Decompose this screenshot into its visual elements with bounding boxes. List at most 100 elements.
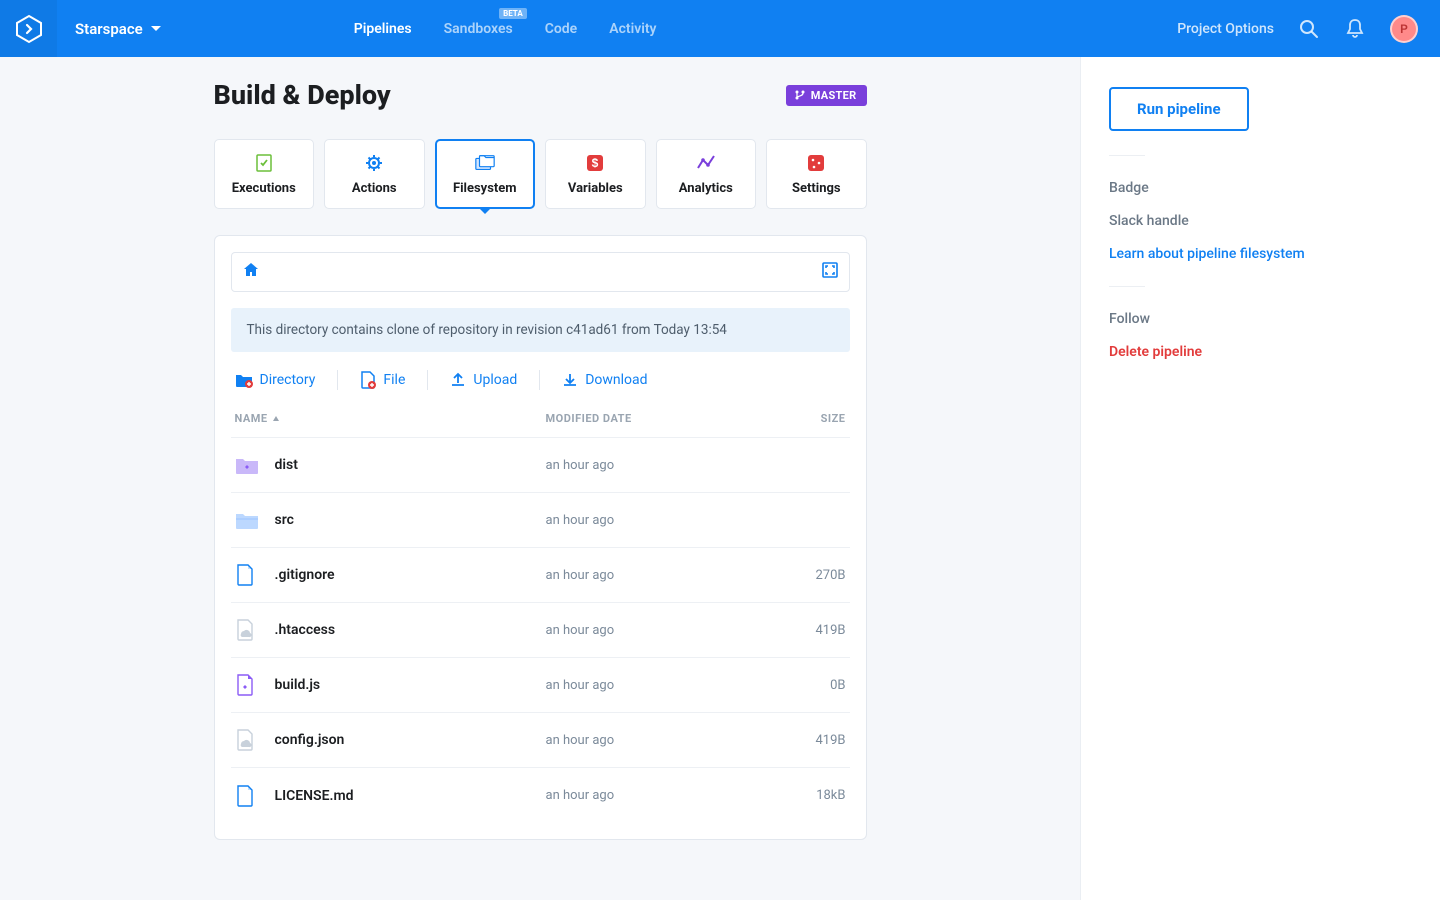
tab-analytics[interactable]: Analytics [656,139,757,209]
file-type-icon [235,510,275,530]
folder-plus-icon [235,372,253,388]
new-file-button[interactable]: File [360,371,405,389]
filesystem-icon [474,152,496,174]
path-bar [231,252,850,292]
col-date-header[interactable]: MODIFIED DATE [546,412,766,425]
file-rows: distan hour agosrcan hour ago.gitignorea… [231,438,850,823]
table-header: NAME MODIFIED DATE SIZE [231,404,850,438]
file-type-icon [235,563,275,587]
bell-icon[interactable] [1344,18,1366,40]
file-size: 419B [766,733,846,748]
col-name-label: NAME [235,412,268,425]
side-link-follow[interactable]: Follow [1109,311,1412,327]
tab-executions-label: Executions [232,181,296,196]
nav-tab-sandboxes[interactable]: Sandboxes BETA [444,21,513,37]
fullscreen-icon[interactable] [821,261,839,283]
file-modified: an hour ago [546,678,766,693]
file-type-icon [235,618,275,642]
file-size: 270B [766,568,846,583]
project-dropdown[interactable]: Starspace [57,20,179,38]
table-row[interactable]: srcan hour ago [231,493,850,548]
side-separator [1109,286,1145,287]
tab-executions[interactable]: Executions [214,139,315,209]
run-pipeline-button[interactable]: Run pipeline [1109,87,1249,131]
table-row[interactable]: build.jsan hour ago0B [231,658,850,713]
table-row[interactable]: .gitignorean hour ago270B [231,548,850,603]
hexagon-arrow-icon [14,14,44,44]
nav-tab-sandboxes-label: Sandboxes [444,21,513,37]
home-icon[interactable] [242,261,260,283]
nav-tab-pipelines[interactable]: Pipelines [354,21,412,37]
file-name: build.js [275,677,546,693]
analytics-icon [695,152,717,174]
file-modified: an hour ago [546,733,766,748]
file-name: .gitignore [275,567,546,583]
table-row[interactable]: distan hour ago [231,438,850,493]
col-size-header[interactable]: SIZE [766,412,846,425]
file-name: config.json [275,732,546,748]
side-link-learn[interactable]: Learn about pipeline filesystem [1109,246,1412,262]
file-name: src [275,512,546,528]
branch-label: MASTER [811,89,857,102]
section-tabs: Executions Actions Filesystem $ Variable… [214,139,867,209]
tab-actions-label: Actions [352,181,397,196]
nav-right: Project Options P [1177,15,1440,43]
caret-down-icon [151,26,161,32]
variables-icon: $ [584,152,606,174]
tab-variables-label: Variables [568,181,623,196]
file-modified: an hour ago [546,623,766,638]
tab-settings[interactable]: Settings [766,139,867,209]
separator [427,370,428,390]
file-modified: an hour ago [546,458,766,473]
page-title: Build & Deploy [214,79,391,111]
main-content: Build & Deploy MASTER Executions Actions [214,79,867,900]
settings-icon [805,152,827,174]
new-directory-label: Directory [260,372,316,388]
separator [337,370,338,390]
upload-button[interactable]: Upload [450,372,517,388]
file-actions: Directory File Upload Down [231,368,850,404]
table-row[interactable]: LICENSE.mdan hour ago18kB [231,768,850,823]
logo[interactable] [0,0,57,57]
project-options-link[interactable]: Project Options [1177,21,1274,37]
separator [539,370,540,390]
filesystem-card: This directory contains clone of reposit… [214,235,867,840]
tab-variables[interactable]: $ Variables [545,139,646,209]
new-directory-button[interactable]: Directory [235,372,316,388]
nav-tab-activity[interactable]: Activity [609,21,656,37]
new-file-label: File [383,372,405,388]
file-size: 0B [766,678,846,693]
search-icon[interactable] [1298,18,1320,40]
tab-actions[interactable]: Actions [324,139,425,209]
actions-icon [363,152,385,174]
table-row[interactable]: config.jsonan hour ago419B [231,713,850,768]
avatar[interactable]: P [1390,15,1418,43]
side-link-delete[interactable]: Delete pipeline [1109,344,1412,360]
file-type-icon [235,784,275,808]
file-plus-icon [360,371,376,389]
col-name-header[interactable]: NAME [235,412,546,425]
file-modified: an hour ago [546,788,766,803]
branch-icon [794,89,806,101]
tab-filesystem[interactable]: Filesystem [435,139,536,209]
right-panel: Run pipeline Badge Slack handle Learn ab… [1080,57,1440,900]
branch-badge[interactable]: MASTER [786,85,867,106]
table-row[interactable]: .htaccessan hour ago419B [231,603,850,658]
side-link-slack[interactable]: Slack handle [1109,213,1412,229]
upload-label: Upload [473,372,517,388]
download-button[interactable]: Download [562,372,647,388]
download-label: Download [585,372,647,388]
topbar: Starspace Pipelines Sandboxes BETA Code … [0,0,1440,57]
upload-icon [450,372,466,388]
tab-filesystem-label: Filesystem [453,181,517,196]
download-icon [562,372,578,388]
nav-tab-code[interactable]: Code [545,21,578,37]
info-bar: This directory contains clone of reposit… [231,308,850,352]
sort-asc-icon [272,415,280,423]
svg-text:$: $ [592,156,599,170]
beta-badge: BETA [499,8,527,19]
project-name-label: Starspace [75,20,143,38]
side-separator [1109,155,1145,156]
tab-settings-label: Settings [792,181,841,196]
side-link-badge[interactable]: Badge [1109,180,1412,196]
